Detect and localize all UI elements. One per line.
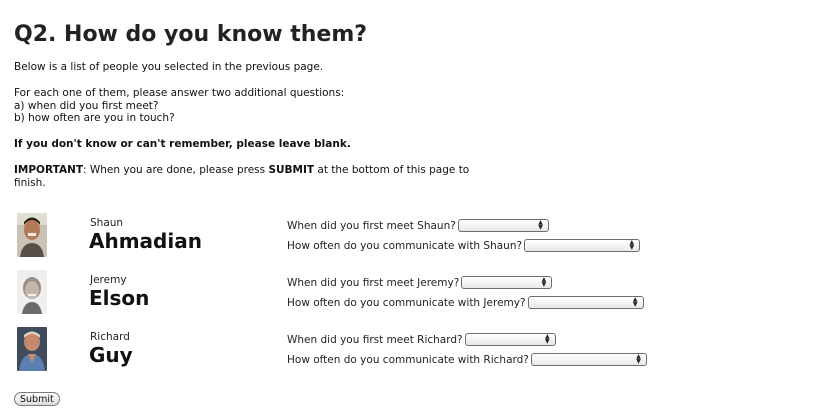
page-title: Q2. How do you know them? — [14, 22, 368, 47]
last-name: Guy — [89, 343, 133, 367]
instructions-line-1: For each one of them, please answer two … — [14, 87, 345, 99]
up-down-arrows-icon: ▲ ▼ — [538, 219, 543, 231]
up-down-arrows-icon: ▲ ▼ — [632, 296, 638, 308]
how-often-question: How often do you communicate with Shaun?… — [287, 239, 641, 252]
instructions-line-3: b) how often are you in touch? — [14, 112, 175, 124]
first-meet-select[interactable]: ▲ ▼ — [461, 276, 553, 289]
intro-text: Below is a list of people you selected i… — [14, 61, 324, 73]
how-often-select[interactable]: ▲ ▼ — [527, 296, 644, 309]
instructions-line-2: a) when did you first meet? — [14, 99, 159, 112]
first-meet-label: When did you first meet Shaun? — [287, 219, 456, 232]
first-meet-label: When did you first meet Richard? — [287, 333, 463, 346]
important-text-1: : When you are done, please press — [83, 164, 269, 176]
first-meet-question: When did you first meet Jeremy? ▲ ▼ — [287, 276, 553, 289]
first-name: Richard — [90, 331, 130, 343]
submit-button[interactable]: Submit — [14, 392, 60, 406]
up-down-arrows-icon: ▲ ▼ — [636, 353, 641, 365]
how-often-label: How often do you communicate with Jeremy… — [287, 296, 526, 309]
first-meet-label: When did you first meet Jeremy? — [287, 276, 460, 289]
first-meet-question: When did you first meet Shaun? ▲ ▼ — [287, 219, 549, 232]
avatar — [17, 270, 47, 314]
first-name: Jeremy — [90, 274, 127, 286]
up-down-arrows-icon: ▲ ▼ — [544, 333, 550, 345]
instructions: For each one of them, please answer two … — [14, 87, 484, 125]
avatar — [17, 327, 47, 371]
first-name: Shaun — [90, 217, 124, 229]
first-meet-select[interactable]: ▲ ▼ — [457, 219, 549, 232]
first-meet-select[interactable]: ▲ ▼ — [464, 333, 556, 346]
how-often-select[interactable]: ▲ ▼ — [524, 239, 641, 252]
how-often-question: How often do you communicate with Richar… — [287, 353, 647, 366]
avatar — [17, 213, 47, 257]
how-often-select[interactable]: ▲ ▼ — [530, 353, 647, 366]
important-submit-word: SUBMIT — [268, 164, 315, 176]
person-row-jeremy: Jeremy Elson When did you first meet Jer… — [0, 270, 819, 326]
person-row-richard: Richard Guy When did you first meet Rich… — [0, 327, 819, 383]
last-name: Ahmadian — [89, 229, 202, 253]
last-name: Elson — [89, 286, 150, 310]
person-row-shaun: Shaun Ahmadian When did you first meet S… — [0, 213, 819, 269]
leave-blank-note: If you don't know or can't remember, ple… — [14, 138, 351, 150]
important-note: IMPORTANT: When you are done, please pre… — [14, 164, 484, 189]
how-often-question: How often do you communicate with Jeremy… — [287, 296, 644, 309]
important-label: IMPORTANT — [14, 164, 84, 176]
up-down-arrows-icon: ▲ ▼ — [541, 276, 547, 288]
how-often-label: How often do you communicate with Shaun? — [287, 239, 523, 252]
first-meet-question: When did you first meet Richard? ▲ ▼ — [287, 333, 556, 346]
how-often-label: How often do you communicate with Richar… — [287, 353, 529, 366]
up-down-arrows-icon: ▲ ▼ — [629, 239, 635, 251]
